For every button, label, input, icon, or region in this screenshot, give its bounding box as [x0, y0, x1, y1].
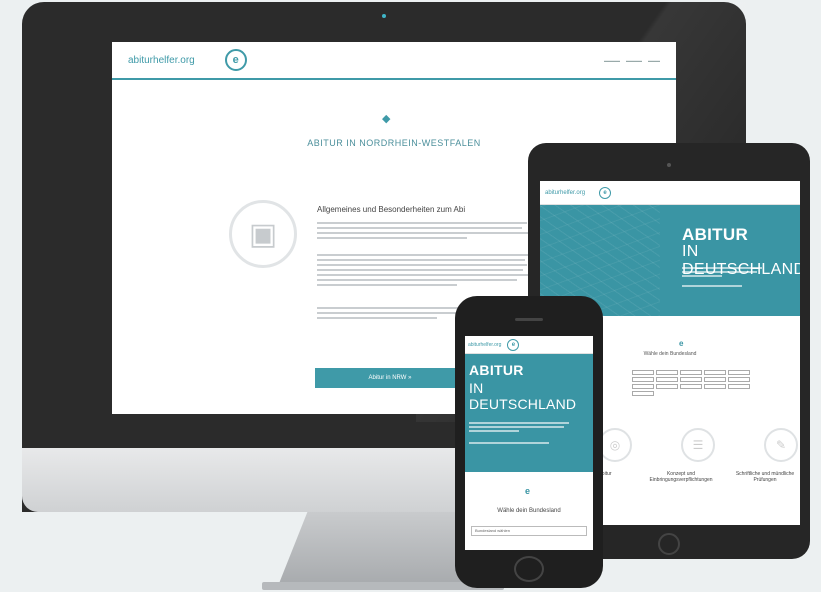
state-chip[interactable]: [728, 370, 750, 375]
nav-item[interactable]: ▬▬▬▬: [604, 58, 620, 63]
state-chip[interactable]: [632, 370, 654, 375]
symbol-icon: e: [679, 339, 684, 348]
state-chip[interactable]: [632, 391, 654, 396]
symbol-icon: e: [525, 486, 531, 496]
hero-banner: ABITUR IN DEUTSCHLAND: [465, 354, 593, 472]
cta-button[interactable]: Abitur in NRW »: [315, 368, 465, 388]
hero-title-line1: ABITUR: [682, 225, 749, 244]
logo-icon[interactable]: e: [507, 338, 520, 351]
paragraph-lines: [317, 222, 529, 242]
pencil-icon[interactable]: ✎: [764, 428, 798, 462]
nav-item[interactable]: ▬▬▬▬: [626, 58, 642, 63]
logo-icon[interactable]: e: [599, 186, 612, 199]
state-chip[interactable]: [656, 384, 678, 389]
state-chip[interactable]: [656, 370, 678, 375]
feature-icons: ◎ ☰ ✎: [598, 428, 798, 462]
nav-item[interactable]: ▬▬▬: [648, 58, 660, 63]
ipad-camera: [667, 163, 671, 167]
state-chip-list: [632, 370, 750, 396]
state-select[interactable]: Bundesland wählen: [471, 526, 587, 536]
hero-title-line2: IN DEUTSCHLAND: [469, 380, 577, 412]
site-logo-text[interactable]: abiturhelfer.org: [468, 342, 501, 348]
state-chip[interactable]: [680, 377, 702, 382]
site-header: abiturhelfer.org e: [465, 336, 593, 354]
iphone-frame: abiturhelfer.org e ABITUR IN DEUTSCHLAND…: [455, 296, 603, 588]
choose-state-heading: Wähle dein Bundesland: [497, 508, 561, 514]
state-chip[interactable]: [728, 377, 750, 382]
section-symbol-icon: ◆: [382, 113, 391, 125]
imac-camera: [382, 14, 386, 18]
state-chip[interactable]: [728, 384, 750, 389]
state-chip[interactable]: [632, 377, 654, 382]
state-chip[interactable]: [680, 370, 702, 375]
hero-text-lines: [469, 422, 589, 444]
iphone-speaker: [515, 318, 543, 321]
hero-text-lines: [682, 267, 762, 279]
site-logo-text[interactable]: abiturhelfer.org: [545, 190, 585, 196]
state-chip[interactable]: [656, 377, 678, 382]
section-heading: Allgemeines und Besonderheiten zum Abi: [317, 205, 466, 214]
document-icon: ▣: [229, 200, 297, 268]
graduation-icon[interactable]: ◎: [598, 428, 632, 462]
device-mockup-stage: abiturhelfer.org e ▬▬▬▬ ▬▬▬▬ ▬▬▬ ◆ ABITU…: [0, 0, 821, 592]
site-header: abiturhelfer.org e ▬▬▬▬ ▬▬▬▬ ▬▬▬: [112, 42, 676, 80]
logo-icon[interactable]: e: [224, 49, 247, 71]
ipad-home-button: [658, 533, 680, 555]
hero-title-line1: ABITUR: [469, 362, 524, 378]
state-chip[interactable]: [704, 377, 726, 382]
site-header: abiturhelfer.org e: [540, 181, 800, 205]
state-chip[interactable]: [704, 370, 726, 375]
list-icon[interactable]: ☰: [681, 428, 715, 462]
iphone-screen: abiturhelfer.org e ABITUR IN DEUTSCHLAND…: [465, 336, 593, 550]
iphone-home-button: [514, 556, 544, 582]
feature-label: Schriftliche und mündliche Prüfungen: [735, 471, 795, 483]
hero-link-line[interactable]: [682, 285, 742, 289]
state-chip[interactable]: [680, 384, 702, 389]
site-logo-text[interactable]: abiturhelfer.org: [128, 55, 195, 66]
state-chip[interactable]: [704, 384, 726, 389]
paragraph-lines: [317, 254, 529, 289]
state-chip[interactable]: [632, 384, 654, 389]
header-nav: ▬▬▬▬ ▬▬▬▬ ▬▬▬: [604, 58, 660, 63]
feature-label: Konzept und Einbringungsverpflichtungen: [649, 471, 713, 483]
